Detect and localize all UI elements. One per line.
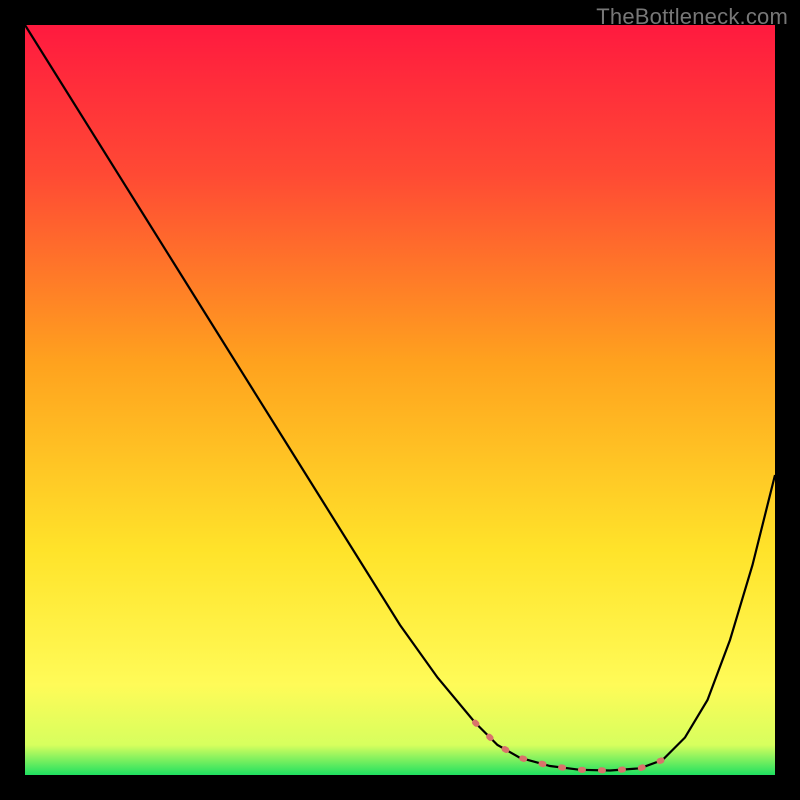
chart-frame: TheBottleneck.com [0, 0, 800, 800]
gradient-background [25, 25, 775, 775]
watermark-text: TheBottleneck.com [596, 4, 788, 30]
chart-plot-area [25, 25, 775, 775]
chart-svg [25, 25, 775, 775]
